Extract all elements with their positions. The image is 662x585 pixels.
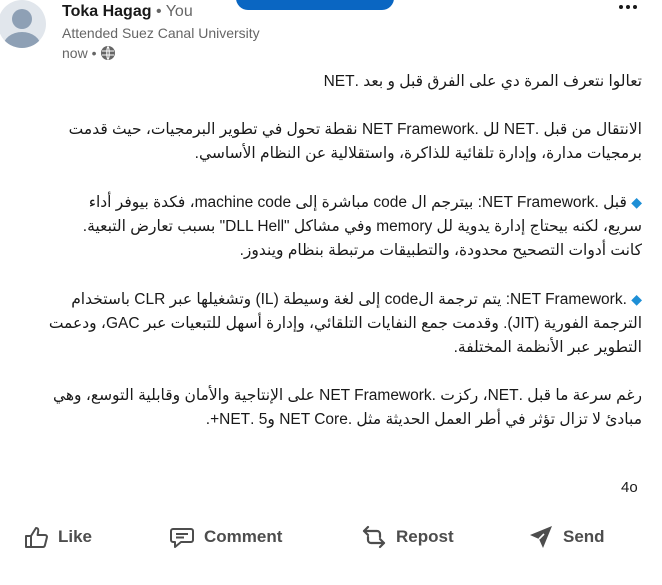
send-label: Send <box>563 527 605 546</box>
author-name[interactable]: Toka Hagag <box>62 3 152 20</box>
repost-icon <box>362 525 386 549</box>
post-line: الانتقال من قبل .NET لل .NET Framework ن… <box>68 121 642 138</box>
post-body: تعالوا نتعرف المرة دي على الفرق قبل و بع… <box>0 70 642 432</box>
comment-icon <box>170 528 194 548</box>
post-line: سريع، لكنه بيحتاج إدارة يدوية لل memory … <box>82 218 642 235</box>
repost-button[interactable]: Repost <box>360 521 454 553</box>
diamond-icon: ◆ <box>631 291 642 307</box>
comment-button[interactable]: Comment <box>168 521 282 553</box>
avatar-body <box>3 32 41 48</box>
like-label: Like <box>58 527 93 546</box>
send-button[interactable]: Send <box>527 521 605 553</box>
more-options-icon[interactable] <box>617 2 639 12</box>
send-icon <box>530 526 552 548</box>
avatar[interactable] <box>0 0 46 48</box>
post-time: now • <box>62 45 97 61</box>
post-line-text: .NET Framework: يتم ترجمة الcode إلى لغة… <box>71 291 627 308</box>
post-line: مبادئ لا تزال تؤثر في أطر العمل الحديثة … <box>205 411 642 428</box>
post-line: ◆ .NET Framework: يتم ترجمة الcode إلى ل… <box>0 287 642 312</box>
author-row: Toka Hagag • You <box>62 2 193 22</box>
reaction-count[interactable]: 4o <box>621 479 638 496</box>
post-line: رغم سرعة ما قبل .NET، ركزت .NET Framewor… <box>52 387 642 404</box>
thumbs-up-icon <box>25 527 48 548</box>
post-line: ◆ قبل .NET Framework: بيترجم ال code مبا… <box>0 190 642 215</box>
comment-label: Comment <box>204 527 283 546</box>
globe-icon <box>101 46 116 60</box>
like-button[interactable]: Like <box>22 521 92 553</box>
post-line: برمجيات مدارة، وإدارة تلقائية للذاكرة، و… <box>194 145 642 162</box>
author-headline: Attended Suez Canal University <box>62 25 260 41</box>
avatar-head <box>12 9 32 29</box>
action-bar: Like Comment Repost Send <box>0 515 662 559</box>
you-badge: • You <box>155 3 193 20</box>
post-line: تعالوا نتعرف المرة دي على الفرق قبل و بع… <box>323 73 642 90</box>
post-line: كانت أدوات التصحيح محدودة، والتطبيقات مر… <box>239 242 642 259</box>
post-header: Toka Hagag • You Attended Suez Canal Uni… <box>0 0 662 70</box>
post-line: التطوير عبر الأنظمة المختلفة. <box>453 339 642 356</box>
repost-label: Repost <box>396 527 454 546</box>
post-line: الترجمة الفورية (JIT). وقدمت جمع النفايا… <box>48 315 642 332</box>
post-meta: now • <box>62 44 116 62</box>
diamond-icon: ◆ <box>631 194 642 210</box>
post-line-text: قبل .NET Framework: بيترجم ال code مباشر… <box>88 194 627 211</box>
